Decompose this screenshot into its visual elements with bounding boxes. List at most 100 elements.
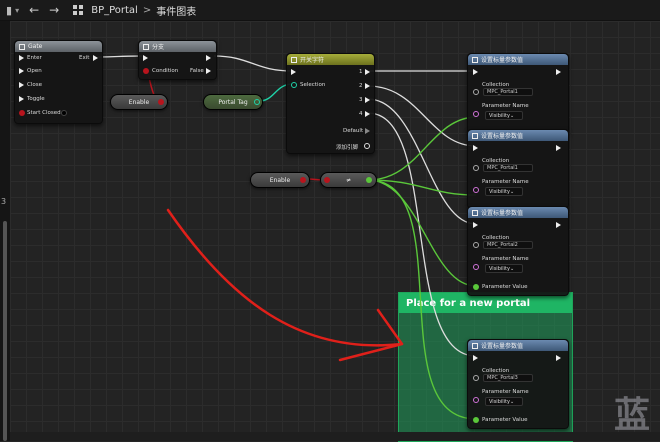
collection-field[interactable]: MPC_Portal2 bbox=[483, 241, 533, 249]
switch-on-string-node[interactable]: 开关字符 Selection 1 2 3 4 Default 添加引脚 bbox=[286, 53, 375, 154]
parameter-name-pin[interactable] bbox=[473, 187, 479, 193]
set-scalar-param-node-2[interactable]: 设置标量参数值 Collection MPC_Portal1 Parameter… bbox=[467, 129, 569, 209]
branch-header: 分支 bbox=[139, 41, 216, 52]
toggle-exec-pin[interactable] bbox=[19, 96, 24, 102]
exec-wire bbox=[97, 55, 143, 58]
parameter-name-dropdown[interactable]: Visibility ⌄ bbox=[485, 111, 523, 120]
set-scalar-param-node-3[interactable]: 设置标量参数值 Collection MPC_Portal2 Parameter… bbox=[467, 206, 569, 296]
collection-field[interactable]: MPC_Portal3 bbox=[483, 374, 533, 382]
function-icon bbox=[472, 209, 478, 216]
switch-header: 开关字符 bbox=[287, 54, 374, 65]
switch-exec-in[interactable] bbox=[291, 69, 296, 75]
toggle-label: Toggle bbox=[27, 96, 45, 102]
enable-output-pin-2[interactable] bbox=[300, 177, 306, 183]
set-scalar-param-node-4[interactable]: 设置标量参数值 Collection MPC_Portal3 Parameter… bbox=[467, 339, 569, 429]
exit-label: Exit bbox=[79, 55, 90, 61]
exec-in-pin[interactable] bbox=[473, 222, 478, 228]
open-exec-pin[interactable] bbox=[19, 68, 24, 74]
function-icon bbox=[472, 132, 478, 139]
gate-node[interactable]: Gate Enter Exit Open Close Toggle Start … bbox=[14, 40, 103, 124]
parameter-value-label: Parameter Value bbox=[482, 284, 528, 290]
float-wire bbox=[367, 116, 477, 181]
exec-out-pin[interactable] bbox=[556, 145, 561, 151]
add-pin-icon[interactable] bbox=[364, 143, 370, 149]
exec-out-pin[interactable] bbox=[556, 355, 561, 361]
false-label: False bbox=[190, 68, 204, 74]
collection-pin[interactable] bbox=[473, 165, 479, 171]
branch-node[interactable]: 分支 Condition False bbox=[138, 40, 217, 80]
portal-tag-output-pin[interactable] bbox=[254, 99, 260, 105]
annotation-arrow bbox=[166, 208, 404, 347]
parameter-name-label: Parameter Name bbox=[482, 179, 529, 185]
enter-label: Enter bbox=[27, 55, 42, 61]
chevron-down-icon: ⌄ bbox=[509, 265, 515, 272]
enter-exec-pin[interactable] bbox=[19, 55, 24, 61]
set-param-header: 设置标量参数值 bbox=[468, 130, 568, 141]
function-icon bbox=[472, 342, 478, 349]
exec-wire bbox=[367, 85, 477, 147]
selection-pin[interactable] bbox=[291, 82, 297, 88]
parameter-value-pin[interactable] bbox=[473, 417, 479, 423]
enable-variable-node-2[interactable]: Enable bbox=[250, 172, 310, 188]
parameter-name-label: Parameter Name bbox=[482, 256, 529, 262]
case-4-pin[interactable] bbox=[365, 111, 370, 117]
exec-in-pin[interactable] bbox=[473, 69, 478, 75]
collection-pin[interactable] bbox=[473, 242, 479, 248]
parameter-name-dropdown[interactable]: Visibility ⌄ bbox=[485, 397, 523, 406]
bottom-bar bbox=[10, 432, 660, 441]
case-2-pin[interactable] bbox=[365, 83, 370, 89]
collection-field[interactable]: MPC_Portal1 bbox=[483, 164, 533, 172]
case-3-pin[interactable] bbox=[365, 97, 370, 103]
collection-pin[interactable] bbox=[473, 89, 479, 95]
case-3-label: 3 bbox=[359, 97, 363, 103]
set-scalar-param-node-1[interactable]: 设置标量参数值 Collection MPC_Portal1 Parameter… bbox=[467, 53, 569, 135]
condition-pin[interactable] bbox=[143, 68, 149, 74]
enable-variable-node[interactable]: Enable bbox=[110, 94, 168, 110]
selection-label: Selection bbox=[300, 82, 326, 88]
exec-out-pin[interactable] bbox=[556, 69, 561, 75]
branch-exec-in[interactable] bbox=[143, 55, 148, 61]
parameter-name-pin[interactable] bbox=[473, 397, 479, 403]
gate-header: Gate bbox=[15, 41, 102, 52]
portal-tag-variable-node[interactable]: Portal Tag bbox=[203, 94, 263, 110]
branch-false-out[interactable] bbox=[206, 68, 211, 74]
open-label: Open bbox=[27, 68, 42, 74]
set-param-header: 设置标量参数值 bbox=[468, 54, 568, 65]
collection-pin[interactable] bbox=[473, 375, 479, 381]
branch-icon bbox=[143, 43, 149, 50]
condition-label: Condition bbox=[152, 68, 179, 74]
set-param-header: 设置标量参数值 bbox=[468, 340, 568, 351]
case-1-pin[interactable] bbox=[365, 69, 370, 75]
chevron-down-icon: ⌄ bbox=[509, 112, 515, 119]
collection-field[interactable]: MPC_Portal1 bbox=[483, 88, 533, 96]
close-exec-pin[interactable] bbox=[19, 82, 24, 88]
case-2-label: 2 bbox=[359, 83, 363, 89]
parameter-name-label: Parameter Name bbox=[482, 389, 529, 395]
watermark-text: 蓝 bbox=[614, 395, 651, 436]
add-pin-button[interactable]: 添加引脚 bbox=[336, 143, 358, 151]
start-closed-checkbox[interactable] bbox=[61, 110, 67, 116]
parameter-name-label: Parameter Name bbox=[482, 103, 529, 109]
not-boolean-node[interactable]: ≠ bbox=[320, 172, 377, 188]
case-1-label: 1 bbox=[359, 69, 363, 75]
exec-out-pin[interactable] bbox=[556, 222, 561, 228]
exec-in-pin[interactable] bbox=[473, 145, 478, 151]
parameter-name-dropdown[interactable]: Visibility ⌄ bbox=[485, 187, 523, 196]
float-wire bbox=[367, 179, 477, 287]
exit-exec-pin[interactable] bbox=[93, 55, 98, 61]
not-output-pin[interactable] bbox=[366, 177, 372, 183]
function-icon bbox=[472, 56, 478, 63]
parameter-name-pin[interactable] bbox=[473, 111, 479, 117]
float-wire bbox=[367, 179, 477, 196]
parameter-name-pin[interactable] bbox=[473, 264, 479, 270]
default-pin[interactable] bbox=[365, 128, 370, 134]
not-input-pin[interactable] bbox=[324, 177, 330, 183]
parameter-value-pin[interactable] bbox=[473, 284, 479, 290]
exec-in-pin[interactable] bbox=[473, 355, 478, 361]
branch-true-out[interactable] bbox=[206, 55, 211, 61]
set-param-header: 设置标量参数值 bbox=[468, 207, 568, 218]
parameter-name-dropdown[interactable]: Visibility ⌄ bbox=[485, 264, 523, 273]
start-closed-pin[interactable] bbox=[19, 110, 25, 116]
enable-output-pin[interactable] bbox=[158, 99, 164, 105]
annotation-arrowhead bbox=[338, 308, 404, 362]
